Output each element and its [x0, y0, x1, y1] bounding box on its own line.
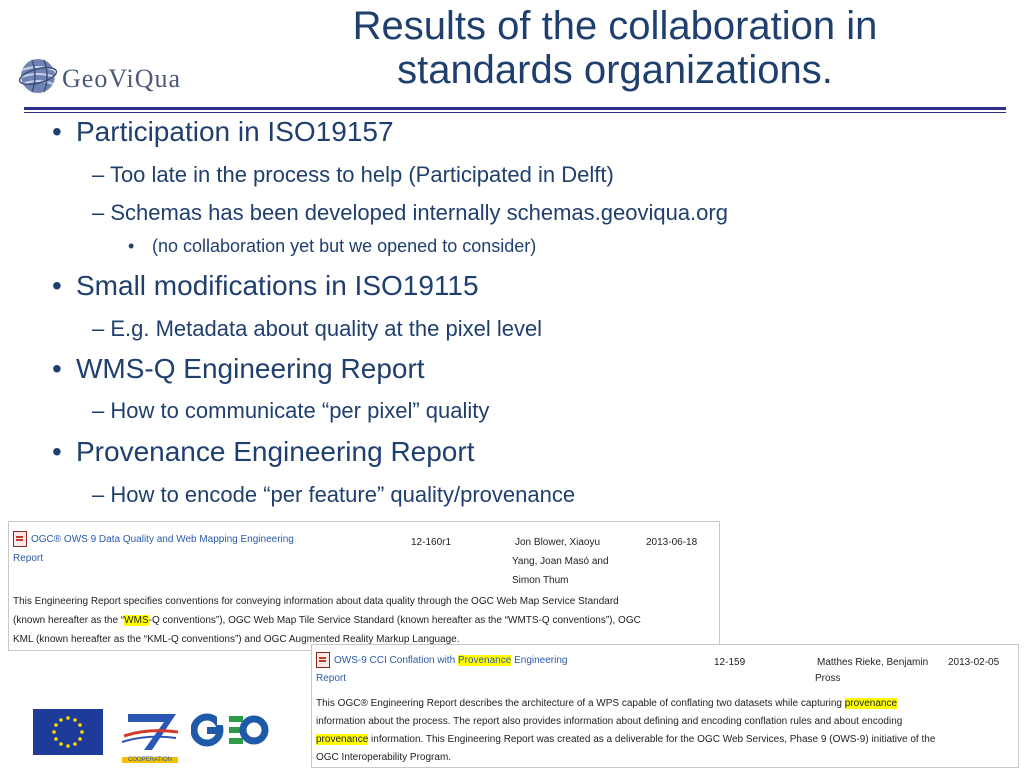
report-title-link[interactable]: OWS-9 CCI Conflation with	[334, 655, 458, 666]
desc-text: (known hereafter as the “	[13, 615, 125, 626]
report-desc-3: provenance information. This Engineering…	[316, 730, 935, 749]
report-desc-4: OGC Interoperability Program.	[316, 752, 452, 763]
subbullet-per-pixel: – How to communicate “per pixel” quality	[92, 398, 490, 423]
report-title-cont[interactable]: Report	[316, 669, 346, 688]
title-line-1: Results of the collaboration in	[352, 4, 878, 48]
search-highlight: provenance	[844, 698, 898, 709]
report-title-cont[interactable]: Report	[13, 549, 43, 568]
slide-title: Results of the collaboration in standard…	[240, 4, 990, 92]
subbullet-per-feature: – How to encode “per feature” quality/pr…	[92, 482, 576, 507]
geo-logo	[191, 713, 269, 747]
bullet-text: Small modifications in ISO19115	[76, 270, 479, 301]
title-rule-thin	[24, 112, 1006, 113]
bullet-text: Participation in ISO19157	[76, 116, 394, 147]
report-excerpt-provenance: OWS-9 CCI Conflation with Provenance Eng…	[311, 644, 1019, 768]
report-desc-1: This Engineering Report specifies conven…	[13, 596, 619, 607]
report-authors-3: Simon Thum	[512, 575, 569, 586]
desc-text: information. This Engineering Report was…	[368, 734, 936, 745]
report-authors-2: Pross	[815, 673, 841, 684]
report-number: 12-160r1	[411, 537, 452, 548]
fp7-icon	[121, 714, 179, 750]
geoviqua-logo: GeoViQua	[18, 56, 218, 100]
desc-text: This OGC® Engineering Report describes t…	[316, 698, 845, 709]
fp7-cooperation-logo: COOPERATION	[118, 708, 182, 763]
bullet-marker: •	[52, 436, 62, 467]
title-rule	[24, 107, 1006, 110]
report-number: 12-159	[714, 657, 746, 668]
pdf-icon	[316, 652, 330, 669]
report-authors-1: Jon Blower, Xiaoyu	[515, 537, 601, 548]
bullet-text: (no collaboration yet but we opened to c…	[152, 236, 537, 256]
desc-text: -Q conventions”), OGC Web Map Tile Servi…	[148, 615, 641, 626]
report-desc-2: (known hereafter as the “WMS-Q conventio…	[13, 611, 641, 630]
report-title-link[interactable]: OGC® OWS 9 Data Quality and Web Mapping …	[31, 534, 294, 545]
report-excerpt-wms-q: OGC® OWS 9 Data Quality and Web Mapping …	[8, 521, 720, 651]
report-title[interactable]: OWS-9 CCI Conflation with Provenance Eng…	[316, 651, 567, 670]
search-highlight[interactable]: Provenance	[457, 655, 512, 666]
bullet-marker: •	[52, 353, 62, 384]
bullet-text: Provenance Engineering Report	[76, 436, 475, 467]
report-authors-2: Yang, Joan Masó and	[512, 556, 609, 567]
fp7-caption: COOPERATION	[122, 757, 178, 763]
eu-flag-logo	[33, 709, 103, 755]
title-line-2: standards organizations.	[397, 48, 833, 92]
report-date: 2013-06-18	[646, 537, 698, 548]
report-title-link[interactable]: Engineering	[511, 655, 567, 666]
logo-wordmark: GeoViQua	[62, 64, 182, 93]
bullet-marker: •	[52, 116, 62, 147]
subbullet-schemas: – Schemas has been developed internally …	[92, 200, 728, 225]
pdf-icon	[13, 531, 27, 548]
subbullet-metadata: – E.g. Metadata about quality at the pix…	[92, 316, 543, 341]
report-desc-2: information about the process. The repor…	[316, 716, 903, 727]
bullet-text: WMS-Q Engineering Report	[76, 353, 425, 384]
search-highlight: provenance	[316, 734, 369, 745]
search-highlight: WMS	[124, 615, 149, 626]
bullet-marker: •	[52, 270, 62, 301]
globe-icon	[18, 59, 58, 93]
report-desc-1: This OGC® Engineering Report describes t…	[316, 694, 898, 713]
subbullet-too-late: – Too late in the process to help (Parti…	[92, 162, 614, 187]
bullet-marker: •	[128, 236, 135, 256]
report-date: 2013-02-05	[948, 657, 1000, 668]
report-title[interactable]: OGC® OWS 9 Data Quality and Web Mapping …	[13, 530, 294, 549]
